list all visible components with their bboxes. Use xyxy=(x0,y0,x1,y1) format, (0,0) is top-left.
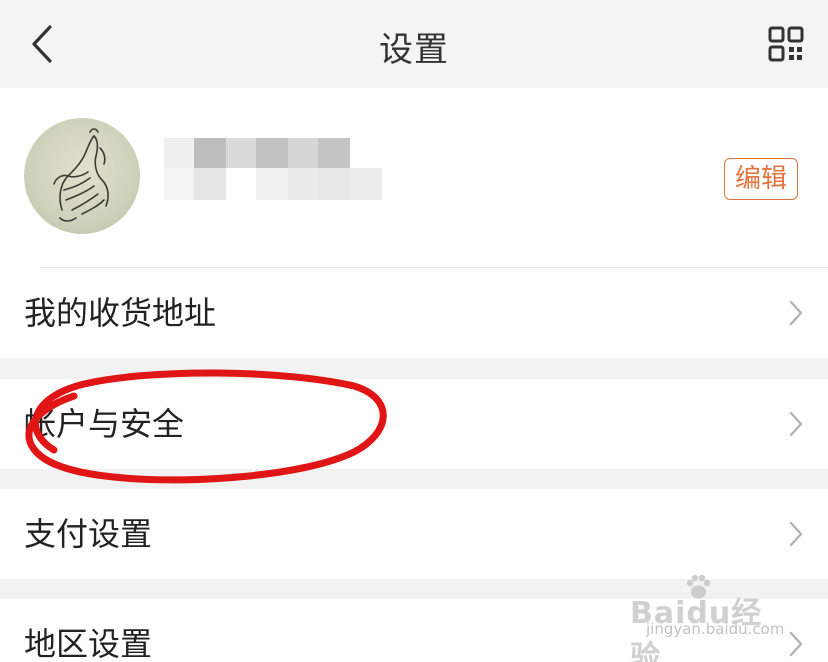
menu-item-label: 我的收货地址 xyxy=(24,294,217,332)
chevron-right-icon xyxy=(789,631,803,657)
menu-item-shipping-address[interactable]: 我的收货地址 xyxy=(0,268,828,358)
top-bar: 设置 xyxy=(0,0,828,88)
menu-item-label: 支付设置 xyxy=(24,515,153,553)
page-title: 设置 xyxy=(379,30,449,70)
chevron-right-icon xyxy=(789,521,803,547)
chevron-right-icon xyxy=(789,411,803,437)
menu-item-account-security[interactable]: 帐户与安全 xyxy=(0,379,828,469)
profile-card[interactable]: 编辑 xyxy=(0,88,828,268)
hands-sketch-image xyxy=(53,128,109,222)
menu-item-label: 帐户与安全 xyxy=(24,405,185,443)
avatar[interactable] xyxy=(24,118,140,234)
username-blurred xyxy=(164,138,384,204)
menu-item-label: 地区设置 xyxy=(24,625,153,662)
edit-profile-button[interactable]: 编辑 xyxy=(723,158,798,200)
menu-item-payment-settings[interactable]: 支付设置 xyxy=(0,489,828,579)
chevron-right-icon xyxy=(789,300,803,326)
qr-code-icon xyxy=(768,26,804,62)
qr-code-button[interactable] xyxy=(764,22,808,66)
settings-screen: 设置 编辑 我的收货地址 帐户与安全 支付设置 地区设置 Baidu经验 jin… xyxy=(0,0,828,662)
menu-item-region-settings[interactable]: 地区设置 xyxy=(0,599,828,662)
